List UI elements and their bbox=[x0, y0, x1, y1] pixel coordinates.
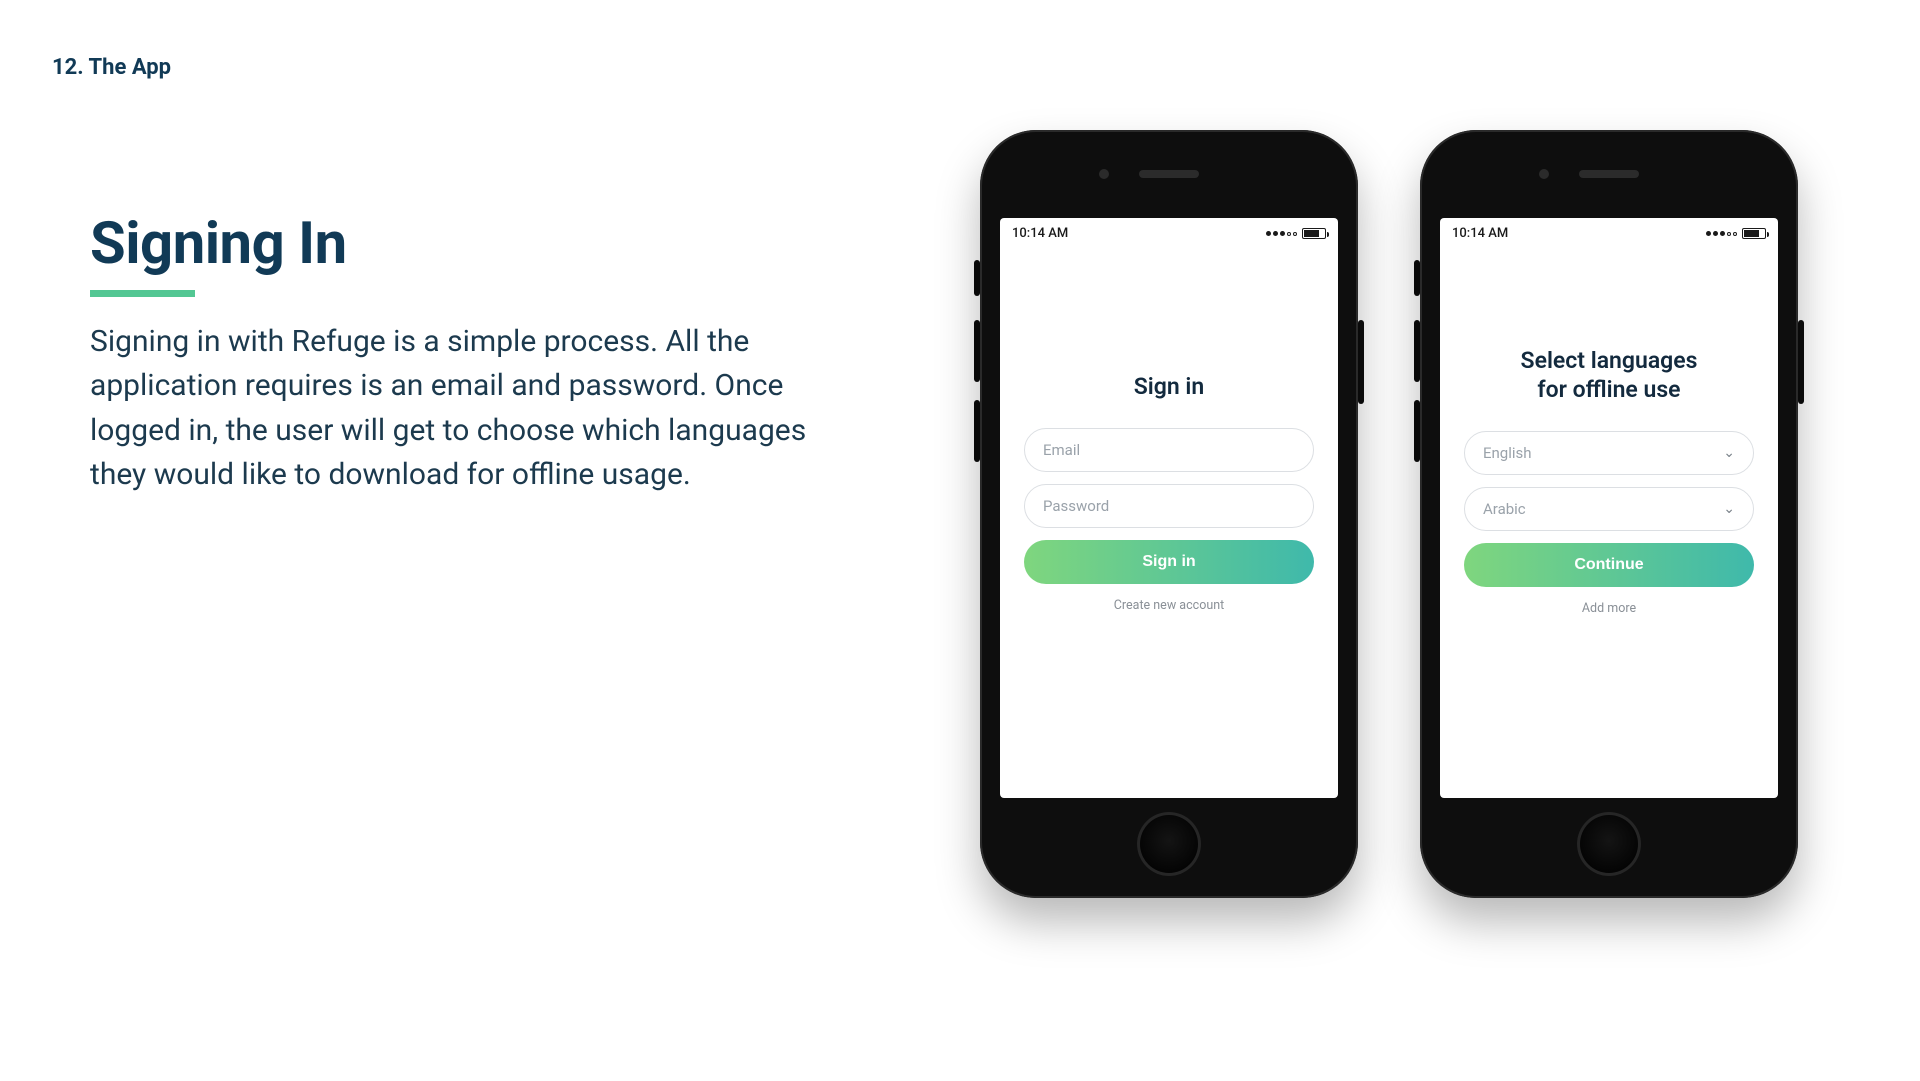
add-more-link[interactable]: Add more bbox=[1464, 601, 1754, 616]
continue-button[interactable]: Continue bbox=[1464, 543, 1754, 587]
signin-button[interactable]: Sign in bbox=[1024, 540, 1314, 584]
chevron-down-icon: ⌄ bbox=[1723, 501, 1735, 517]
body-paragraph: Signing in with Refuge is a simple proce… bbox=[90, 320, 810, 498]
language-form: Select languages for offline use English… bbox=[1440, 347, 1778, 616]
password-field[interactable]: Password bbox=[1024, 484, 1314, 528]
email-placeholder: Email bbox=[1043, 441, 1080, 459]
signal-dots-icon bbox=[1706, 231, 1737, 236]
battery-icon bbox=[1742, 228, 1766, 239]
signin-form: Sign in Email Password Sign in Create ne… bbox=[1000, 373, 1338, 613]
battery-icon bbox=[1302, 228, 1326, 239]
volume-up bbox=[974, 320, 980, 382]
status-right bbox=[1706, 228, 1766, 239]
volume-down bbox=[1414, 400, 1420, 462]
home-button[interactable] bbox=[1137, 812, 1201, 876]
password-placeholder: Password bbox=[1043, 497, 1109, 515]
home-button[interactable] bbox=[1577, 812, 1641, 876]
signal-dots-icon bbox=[1266, 231, 1297, 236]
title-underline bbox=[90, 290, 195, 297]
earpiece-icon bbox=[1579, 170, 1639, 178]
phone-mockup-languages: 10:14 AM Select languages for offline us… bbox=[1420, 130, 1798, 898]
language-title-line1: Select languages bbox=[1521, 347, 1698, 374]
language-select-2[interactable]: Arabic ⌄ bbox=[1464, 487, 1754, 531]
mute-switch bbox=[974, 260, 980, 296]
language-title-line2: for offline use bbox=[1537, 376, 1680, 403]
page-title: Signing In bbox=[90, 210, 347, 278]
mute-switch bbox=[1414, 260, 1420, 296]
power-button bbox=[1798, 320, 1804, 404]
language-title: Select languages for offline use bbox=[1464, 347, 1754, 405]
status-time: 10:14 AM bbox=[1012, 226, 1068, 241]
email-field[interactable]: Email bbox=[1024, 428, 1314, 472]
earpiece-icon bbox=[1139, 170, 1199, 178]
status-time: 10:14 AM bbox=[1452, 226, 1508, 241]
front-camera-icon bbox=[1099, 169, 1109, 179]
language-select-1-value: English bbox=[1483, 444, 1532, 462]
status-bar: 10:14 AM bbox=[1440, 218, 1778, 245]
chevron-down-icon: ⌄ bbox=[1723, 445, 1735, 461]
volume-up bbox=[1414, 320, 1420, 382]
language-select-1[interactable]: English ⌄ bbox=[1464, 431, 1754, 475]
status-bar: 10:14 AM bbox=[1000, 218, 1338, 245]
signin-title: Sign in bbox=[1024, 373, 1314, 402]
volume-down bbox=[974, 400, 980, 462]
phone-screen: 10:14 AM Sign in Email Password Sign in … bbox=[1000, 218, 1338, 798]
power-button bbox=[1358, 320, 1364, 404]
front-camera-icon bbox=[1539, 169, 1549, 179]
status-right bbox=[1266, 228, 1326, 239]
section-label: 12. The App bbox=[52, 55, 171, 80]
create-account-link[interactable]: Create new account bbox=[1024, 598, 1314, 613]
phone-mockup-signin: 10:14 AM Sign in Email Password Sign in … bbox=[980, 130, 1358, 898]
language-select-2-value: Arabic bbox=[1483, 500, 1526, 518]
phone-screen: 10:14 AM Select languages for offline us… bbox=[1440, 218, 1778, 798]
